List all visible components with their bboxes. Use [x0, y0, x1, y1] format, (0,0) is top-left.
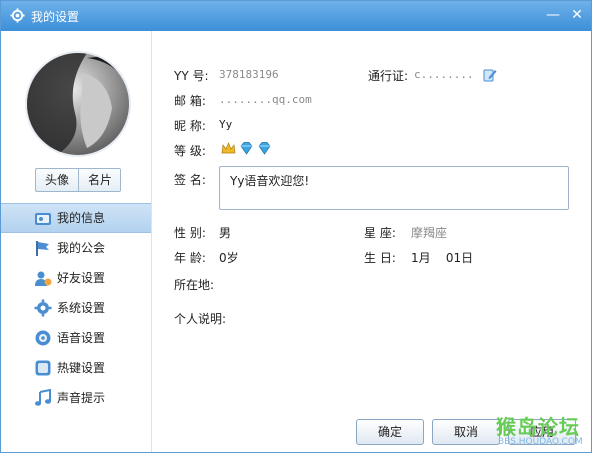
sidebar-item-label: 语音设置 — [57, 331, 106, 345]
sidebar-item-friend-settings[interactable]: 好友设置 — [1, 263, 151, 293]
sidebar-item-voice-settings[interactable]: 语音设置 — [1, 323, 151, 353]
email-label: 邮 箱: — [174, 94, 206, 108]
sidebar-item-label: 我的信息 — [57, 211, 106, 225]
sidebar-item-system-settings[interactable]: 系统设置 — [1, 293, 151, 323]
close-button[interactable]: ✕ — [568, 6, 586, 24]
level-label: 等 级: — [174, 144, 206, 158]
nickname-label: 昵 称: — [174, 119, 206, 133]
sidebar-item-label: 热键设置 — [57, 361, 106, 375]
age-label: 年 龄: — [174, 251, 206, 265]
title-bar[interactable]: 我的设置 — ✕ — [1, 1, 591, 31]
yy-number-value: 378183196 — [219, 68, 279, 81]
forum-watermark: 猴岛论坛 BBS.HOUDAO.COM — [496, 411, 591, 452]
signature-label: 签 名: — [174, 173, 206, 187]
cancel-button[interactable]: 取消 — [432, 419, 500, 445]
speaker-icon — [35, 330, 51, 346]
zodiac-label: 星 座: — [364, 226, 396, 240]
passport-label: 通行证: — [368, 69, 409, 83]
gender-value: 男 — [219, 226, 232, 240]
birthday-label: 生 日: — [364, 251, 396, 265]
sidebar: 头像 名片 我的信息 我的公会 好友设置 系统设置 语音设置 热键设置 声音提示 — [1, 31, 152, 452]
sidebar-item-hotkey-settings[interactable]: 热键设置 — [1, 353, 151, 383]
birthday-value: 1月 01日 — [411, 251, 474, 265]
profile-panel: YY 号: 378183196 通行证: c........ 邮 箱: ....… — [152, 31, 591, 452]
ok-button[interactable]: 确定 — [356, 419, 424, 445]
crown-icon — [221, 142, 236, 154]
sidebar-item-sound-alerts[interactable]: 声音提示 — [1, 383, 151, 413]
window-title: 我的设置 — [31, 10, 80, 24]
gender-label: 性 别: — [174, 226, 206, 240]
tab-card[interactable]: 名片 — [78, 169, 121, 191]
nickname-value: Yy — [219, 118, 233, 131]
music-note-icon — [35, 389, 51, 406]
watermark-text: 猴岛论坛 — [496, 415, 580, 439]
settings-window: 我的设置 — ✕ 头像 名片 我的信息 我的公会 好友设置 系统设置 语音设置 … — [0, 0, 592, 453]
friends-icon — [35, 271, 52, 286]
sidebar-item-label: 好友设置 — [57, 271, 106, 285]
passport-value: c........ — [414, 68, 474, 81]
signature-field[interactable]: Yy语音欢迎您! — [219, 166, 569, 210]
tab-avatar[interactable]: 头像 — [36, 169, 78, 191]
watermark-url: BBS.HOUDAO.COM — [498, 437, 583, 447]
flag-icon — [36, 241, 49, 256]
sidebar-item-label: 我的公会 — [57, 241, 106, 255]
edit-icon[interactable] — [483, 68, 497, 82]
email-value: ........qq.com — [219, 93, 312, 106]
diamond-icon — [258, 142, 271, 155]
sidebar-item-label: 声音提示 — [57, 391, 106, 405]
sidebar-item-my-guild[interactable]: 我的公会 — [1, 233, 151, 263]
gear-icon — [10, 8, 25, 23]
keyboard-icon — [35, 360, 51, 376]
id-card-icon — [35, 213, 51, 225]
settings-nav: 我的信息 我的公会 好友设置 系统设置 语音设置 热键设置 声音提示 — [1, 203, 151, 413]
age-value: 0岁 — [219, 251, 239, 265]
gear-icon — [34, 299, 52, 317]
sidebar-item-my-info[interactable]: 我的信息 — [1, 203, 151, 233]
avatar-image — [27, 53, 129, 155]
zodiac-value: 摩羯座 — [411, 226, 448, 240]
diamond-icon — [240, 142, 253, 155]
bio-label: 个人说明: — [174, 312, 227, 326]
location-label: 所在地: — [174, 278, 215, 292]
minimize-button[interactable]: — — [544, 6, 562, 24]
avatar-card-tabs: 头像 名片 — [35, 168, 121, 192]
sidebar-item-label: 系统设置 — [57, 301, 106, 315]
avatar[interactable] — [25, 51, 131, 157]
yy-number-label: YY 号: — [174, 69, 209, 83]
